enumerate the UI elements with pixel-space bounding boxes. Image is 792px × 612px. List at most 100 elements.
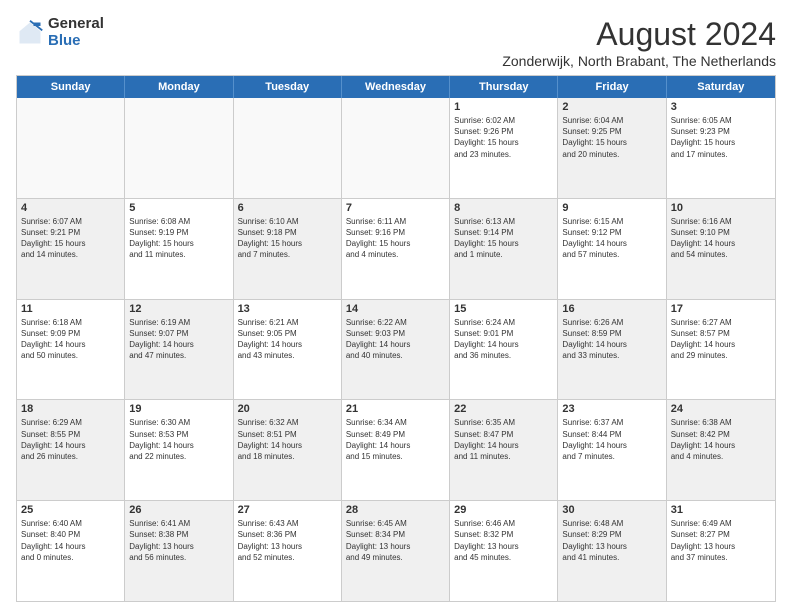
day-number: 25 bbox=[21, 504, 120, 516]
day-cell-5: 5 Sunrise: 6:08 AM Sunset: 9:19 PM Daylig… bbox=[125, 199, 233, 299]
day-cell-26: 26Sunrise: 6:41 AM Sunset: 8:38 PM Dayli… bbox=[125, 501, 233, 601]
day-cell-11: 11Sunrise: 6:18 AM Sunset: 9:09 PM Dayli… bbox=[17, 300, 125, 400]
day-info: Sunrise: 6:35 AM Sunset: 8:47 PM Dayligh… bbox=[454, 417, 553, 462]
day-info: Sunrise: 6:37 AM Sunset: 8:44 PM Dayligh… bbox=[562, 417, 661, 462]
day-cell-25: 25 Sunrise: 6:40 AM Sunset: 8:40 PM Dayli… bbox=[17, 501, 125, 601]
day-number: 14 bbox=[346, 303, 445, 315]
day-info: Sunrise: 6:40 AM Sunset: 8:40 PM Dayligh… bbox=[21, 518, 120, 563]
day-info: Sunrise: 6:10 AM Sunset: 9:18 PM Dayligh… bbox=[238, 216, 337, 261]
day-number: 18 bbox=[21, 403, 120, 415]
day-number: 8 bbox=[454, 202, 553, 214]
day-number: 12 bbox=[129, 303, 228, 315]
empty-cell bbox=[17, 98, 125, 198]
day-number: 4 bbox=[21, 202, 120, 214]
calendar-row-4: 25 Sunrise: 6:40 AM Sunset: 8:40 PM Dayli… bbox=[17, 500, 775, 601]
day-info: Sunrise: 6:34 AM Sunset: 8:49 PM Dayligh… bbox=[346, 417, 445, 462]
day-info: Sunrise: 6:38 AM Sunset: 8:42 PM Dayligh… bbox=[671, 417, 771, 462]
calendar-row-2: 11Sunrise: 6:18 AM Sunset: 9:09 PM Dayli… bbox=[17, 299, 775, 400]
day-info: Sunrise: 6:08 AM Sunset: 9:19 PM Dayligh… bbox=[129, 216, 228, 261]
calendar: SundayMondayTuesdayWednesdayThursdayFrid… bbox=[16, 75, 776, 602]
day-cell-20: 20 Sunrise: 6:32 AM Sunset: 8:51 PM Dayli… bbox=[234, 400, 342, 500]
day-info: Sunrise: 6:32 AM Sunset: 8:51 PM Dayligh… bbox=[238, 417, 337, 462]
day-number: 7 bbox=[346, 202, 445, 214]
day-info: Sunrise: 6:22 AM Sunset: 9:03 PM Dayligh… bbox=[346, 317, 445, 362]
day-number: 31 bbox=[671, 504, 771, 516]
weekday-header-saturday: Saturday bbox=[667, 76, 775, 98]
day-number: 10 bbox=[671, 202, 771, 214]
day-cell-23: 23 Sunrise: 6:37 AM Sunset: 8:44 PM Dayli… bbox=[558, 400, 666, 500]
empty-cell bbox=[234, 98, 342, 198]
header: General Blue August 2024 Zonderwijk, Nor… bbox=[16, 16, 776, 69]
day-cell-8: 8Sunrise: 6:13 AM Sunset: 9:14 PM Daylig… bbox=[450, 199, 558, 299]
day-cell-28: 28Sunrise: 6:45 AM Sunset: 8:34 PM Dayli… bbox=[342, 501, 450, 601]
day-info: Sunrise: 6:15 AM Sunset: 9:12 PM Dayligh… bbox=[562, 216, 661, 261]
title-location: Zonderwijk, North Brabant, The Netherlan… bbox=[502, 53, 776, 69]
day-info: Sunrise: 6:21 AM Sunset: 9:05 PM Dayligh… bbox=[238, 317, 337, 362]
day-cell-13: 13 Sunrise: 6:21 AM Sunset: 9:05 PM Dayli… bbox=[234, 300, 342, 400]
day-number: 6 bbox=[238, 202, 337, 214]
day-info: Sunrise: 6:27 AM Sunset: 8:57 PM Dayligh… bbox=[671, 317, 771, 362]
day-number: 13 bbox=[238, 303, 337, 315]
day-cell-17: 17 Sunrise: 6:27 AM Sunset: 8:57 PM Dayli… bbox=[667, 300, 775, 400]
day-number: 29 bbox=[454, 504, 553, 516]
day-number: 20 bbox=[238, 403, 337, 415]
weekday-header-sunday: Sunday bbox=[17, 76, 125, 98]
day-info: Sunrise: 6:29 AM Sunset: 8:55 PM Dayligh… bbox=[21, 417, 120, 462]
day-cell-18: 18 Sunrise: 6:29 AM Sunset: 8:55 PM Dayli… bbox=[17, 400, 125, 500]
calendar-row-1: 4 Sunrise: 6:07 AM Sunset: 9:21 PM Daylig… bbox=[17, 198, 775, 299]
day-cell-29: 29 Sunrise: 6:46 AM Sunset: 8:32 PM Dayli… bbox=[450, 501, 558, 601]
title-block: August 2024 Zonderwijk, North Brabant, T… bbox=[502, 16, 776, 69]
weekday-header-tuesday: Tuesday bbox=[234, 76, 342, 98]
day-cell-12: 12Sunrise: 6:19 AM Sunset: 9:07 PM Dayli… bbox=[125, 300, 233, 400]
day-info: Sunrise: 6:48 AM Sunset: 8:29 PM Dayligh… bbox=[562, 518, 661, 563]
day-number: 17 bbox=[671, 303, 771, 315]
weekday-header-friday: Friday bbox=[558, 76, 666, 98]
day-number: 26 bbox=[129, 504, 228, 516]
day-number: 9 bbox=[562, 202, 661, 214]
logo-blue: Blue bbox=[48, 33, 104, 50]
day-cell-15: 15 Sunrise: 6:24 AM Sunset: 9:01 PM Dayli… bbox=[450, 300, 558, 400]
day-number: 27 bbox=[238, 504, 337, 516]
weekday-header-monday: Monday bbox=[125, 76, 233, 98]
calendar-body: 1 Sunrise: 6:02 AM Sunset: 9:26 PM Daylig… bbox=[17, 98, 775, 601]
day-cell-19: 19Sunrise: 6:30 AM Sunset: 8:53 PM Dayli… bbox=[125, 400, 233, 500]
day-info: Sunrise: 6:02 AM Sunset: 9:26 PM Dayligh… bbox=[454, 115, 553, 160]
day-number: 24 bbox=[671, 403, 771, 415]
day-info: Sunrise: 6:46 AM Sunset: 8:32 PM Dayligh… bbox=[454, 518, 553, 563]
day-cell-31: 31Sunrise: 6:49 AM Sunset: 8:27 PM Dayli… bbox=[667, 501, 775, 601]
day-info: Sunrise: 6:24 AM Sunset: 9:01 PM Dayligh… bbox=[454, 317, 553, 362]
day-number: 15 bbox=[454, 303, 553, 315]
day-cell-21: 21 Sunrise: 6:34 AM Sunset: 8:49 PM Dayli… bbox=[342, 400, 450, 500]
day-info: Sunrise: 6:05 AM Sunset: 9:23 PM Dayligh… bbox=[671, 115, 771, 160]
empty-cell bbox=[342, 98, 450, 198]
day-info: Sunrise: 6:16 AM Sunset: 9:10 PM Dayligh… bbox=[671, 216, 771, 261]
day-number: 23 bbox=[562, 403, 661, 415]
day-cell-30: 30Sunrise: 6:48 AM Sunset: 8:29 PM Dayli… bbox=[558, 501, 666, 601]
day-info: Sunrise: 6:11 AM Sunset: 9:16 PM Dayligh… bbox=[346, 216, 445, 261]
day-cell-6: 6 Sunrise: 6:10 AM Sunset: 9:18 PM Daylig… bbox=[234, 199, 342, 299]
day-number: 22 bbox=[454, 403, 553, 415]
day-info: Sunrise: 6:07 AM Sunset: 9:21 PM Dayligh… bbox=[21, 216, 120, 261]
day-info: Sunrise: 6:18 AM Sunset: 9:09 PM Dayligh… bbox=[21, 317, 120, 362]
day-cell-3: 3 Sunrise: 6:05 AM Sunset: 9:23 PM Daylig… bbox=[667, 98, 775, 198]
logo-text: General Blue bbox=[48, 16, 104, 49]
calendar-row-3: 18 Sunrise: 6:29 AM Sunset: 8:55 PM Dayli… bbox=[17, 399, 775, 500]
day-cell-14: 14 Sunrise: 6:22 AM Sunset: 9:03 PM Dayli… bbox=[342, 300, 450, 400]
weekday-header-thursday: Thursday bbox=[450, 76, 558, 98]
empty-cell bbox=[125, 98, 233, 198]
day-number: 3 bbox=[671, 101, 771, 113]
day-cell-27: 27Sunrise: 6:43 AM Sunset: 8:36 PM Dayli… bbox=[234, 501, 342, 601]
day-number: 1 bbox=[454, 101, 553, 113]
day-info: Sunrise: 6:45 AM Sunset: 8:34 PM Dayligh… bbox=[346, 518, 445, 563]
day-cell-9: 9 Sunrise: 6:15 AM Sunset: 9:12 PM Daylig… bbox=[558, 199, 666, 299]
logo-general: General bbox=[48, 16, 104, 33]
day-cell-4: 4 Sunrise: 6:07 AM Sunset: 9:21 PM Daylig… bbox=[17, 199, 125, 299]
title-month: August 2024 bbox=[502, 16, 776, 53]
day-number: 21 bbox=[346, 403, 445, 415]
logo-icon bbox=[16, 19, 44, 47]
day-number: 5 bbox=[129, 202, 228, 214]
day-cell-10: 10 Sunrise: 6:16 AM Sunset: 9:10 PM Dayli… bbox=[667, 199, 775, 299]
calendar-header: SundayMondayTuesdayWednesdayThursdayFrid… bbox=[17, 76, 775, 98]
calendar-row-0: 1 Sunrise: 6:02 AM Sunset: 9:26 PM Daylig… bbox=[17, 98, 775, 198]
weekday-header-wednesday: Wednesday bbox=[342, 76, 450, 98]
